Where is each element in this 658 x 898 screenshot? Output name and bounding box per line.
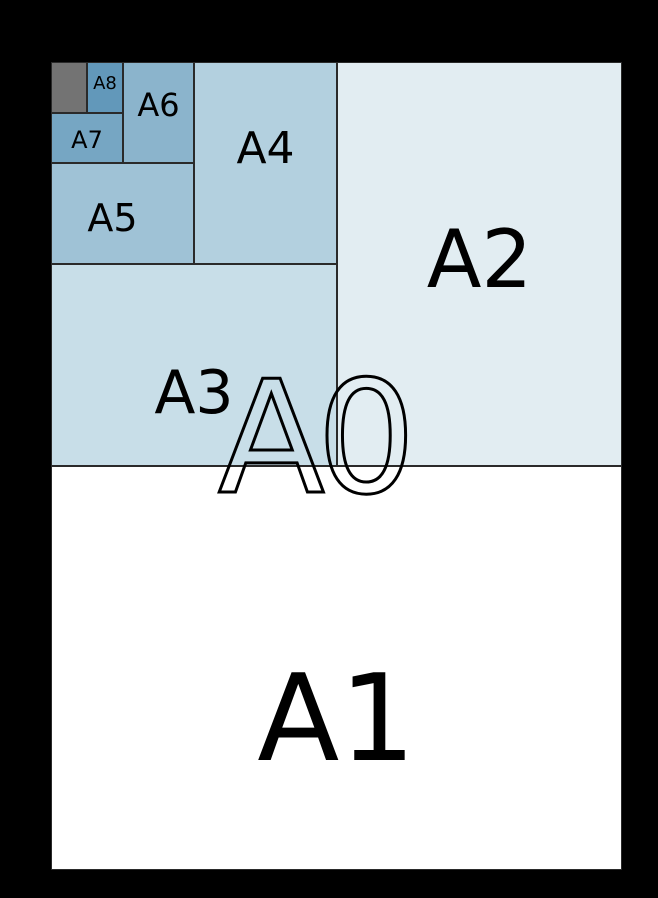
- label-a4: A4: [236, 127, 294, 171]
- label-a0: A0: [218, 360, 408, 516]
- sheet-a6: A6: [123, 62, 194, 163]
- sheet-a7: A7: [51, 113, 123, 163]
- label-a5: A5: [87, 199, 137, 237]
- label-a6: A6: [137, 89, 179, 121]
- label-a7: A7: [71, 128, 103, 152]
- label-a1: A1: [257, 660, 415, 780]
- sheet-a5: A5: [51, 163, 194, 264]
- paper-size-diagram: A1 A2 A3 A4 A5 A6 A7 A8 A0: [0, 0, 658, 898]
- sheet-a9: [51, 62, 87, 113]
- sheet-a4: A4: [194, 62, 337, 264]
- label-a8: A8: [93, 75, 117, 93]
- sheet-a8: A8: [87, 62, 123, 113]
- label-a2: A2: [427, 220, 533, 300]
